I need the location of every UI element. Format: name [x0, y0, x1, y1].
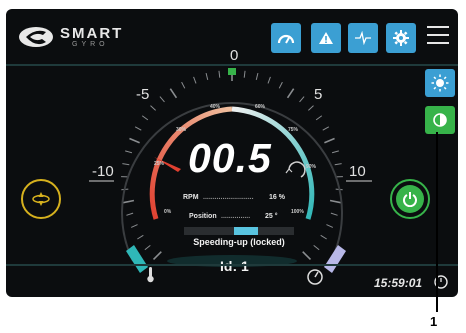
gauge-tick — [320, 234, 327, 240]
pct-label: 25% — [154, 161, 165, 167]
pct-label: 75% — [288, 127, 299, 133]
gauge-tick — [302, 251, 312, 261]
gauge-tick — [130, 224, 138, 228]
gauge-tick — [144, 244, 151, 251]
pct-label: 30% — [176, 127, 187, 133]
status-text: Speeding-up (locked) — [193, 237, 285, 247]
gauge-tick — [278, 81, 283, 89]
pct-label: 100% — [291, 209, 304, 215]
gauge-tick — [286, 88, 295, 99]
speed-value: 00.5 — [188, 135, 272, 181]
gauge-tick — [315, 115, 323, 121]
power-icon — [403, 192, 417, 207]
power-button[interactable] — [390, 179, 430, 219]
gauge-tick — [159, 96, 165, 103]
device-screen: SMART GYRO 0 -5 5 -10 10 0% 25% 30% 40% … — [6, 9, 458, 297]
pct-label: 60% — [255, 104, 266, 110]
gauge-tick — [308, 105, 314, 111]
gauge-tick — [205, 72, 209, 80]
pct-label: 90% — [306, 164, 317, 170]
gauge-tick — [313, 244, 320, 251]
scale-label-pos5: 5 — [314, 86, 323, 103]
scale-label-neg10: -10 — [92, 163, 114, 180]
gyro-icon — [32, 192, 50, 206]
gauge-tick — [122, 163, 130, 166]
gauge-tick — [129, 137, 140, 144]
gauge-tick — [152, 251, 162, 261]
status-bar-fill — [234, 227, 258, 235]
gauge-tick — [324, 137, 335, 144]
odometer-icon — [307, 269, 323, 285]
gauge-tick — [137, 234, 144, 240]
position-value: 25 ° — [265, 213, 278, 220]
gauge-tick — [134, 126, 142, 131]
clock-time: 15:59:01 — [374, 276, 423, 290]
pct-label: 40% — [210, 104, 221, 110]
gauge-tick — [141, 115, 149, 121]
gauge-tick — [330, 212, 338, 216]
gauge-tick — [181, 81, 186, 89]
pct-label: 0% — [164, 209, 172, 215]
gauge-tick — [126, 212, 134, 216]
rotation-icon — [285, 161, 306, 178]
position-label: Position — [189, 213, 217, 220]
zero-marker — [228, 68, 236, 75]
gauge-tick — [255, 72, 259, 80]
gauge-tick — [243, 70, 246, 78]
gauge-tick — [169, 88, 178, 99]
gauge-tick — [329, 199, 342, 204]
rpm-value: 16 % — [269, 194, 285, 201]
device-id: Id: 1 — [220, 258, 249, 274]
gauge-tick — [125, 150, 133, 154]
gauge-tick — [334, 163, 342, 166]
rpm-dots: .......................... — [203, 194, 254, 201]
rpm-label: RPM — [183, 194, 199, 201]
gyro-mode-button[interactable] — [21, 179, 61, 219]
gauge-tick — [331, 150, 339, 154]
gauge-tick — [193, 76, 197, 84]
gauge-tick — [322, 126, 330, 131]
gauge-tick — [218, 70, 221, 78]
gauge-tick — [150, 105, 156, 111]
thermometer-icon — [147, 267, 154, 283]
gauge-tick — [299, 96, 305, 103]
callout-line — [436, 132, 438, 312]
gauge-tick — [122, 199, 135, 204]
gauge-tick — [326, 224, 334, 228]
scale-label-neg5: -5 — [136, 86, 150, 103]
gauge-tick — [267, 76, 271, 84]
callout-number: 1 — [430, 314, 438, 329]
bottom-divider — [6, 264, 458, 266]
scale-label-0: 0 — [230, 47, 239, 64]
position-dots: ............... — [221, 213, 251, 220]
scale-label-pos10: 10 — [349, 163, 366, 180]
